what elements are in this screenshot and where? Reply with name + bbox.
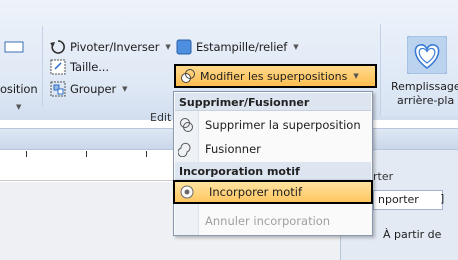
rotate-label: Pivoter/Inverser: [70, 40, 160, 54]
delete-overlap-label: Supprimer la superposition: [205, 117, 361, 132]
group-label: Grouper: [70, 82, 117, 96]
stamp-dropdown-icon: ▼: [293, 43, 299, 51]
size-label: Taille...: [70, 60, 109, 74]
rotate-dropdown-icon: ▼: [165, 43, 171, 51]
fill-label-2: arrière-pla: [397, 94, 455, 107]
position-icon[interactable]: [4, 38, 24, 56]
ribbon-separator: [42, 26, 43, 106]
stamp-icon: [176, 39, 192, 55]
from-label: À partir de: [383, 228, 442, 241]
delete-overlap-icon: [180, 117, 193, 132]
menu-header-delete-merge: Supprimer/Fusionner: [175, 93, 371, 111]
overlaps-dropdown-menu: Supprimer/Fusionner Supprimer la superpo…: [173, 91, 373, 236]
menu-header-incorporation: Incorporation motif: [175, 162, 371, 180]
heart-fill-icon: [407, 36, 447, 74]
ruler-tick: [146, 151, 147, 157]
side-bracket: ]: [440, 192, 445, 205]
cancel-incorporation-label: Annuler incorporation: [205, 213, 331, 228]
position-arrow-icon: ▼: [16, 103, 22, 111]
merge-label: Fusionner: [205, 141, 261, 156]
ruler-tick: [26, 151, 27, 157]
modify-overlaps-label: Modifier les superpositions: [200, 69, 348, 83]
group-icon: [50, 81, 66, 97]
group-button[interactable]: Grouper ▼: [50, 80, 128, 98]
menu-item-merge[interactable]: Fusionner: [175, 137, 371, 160]
fill-background-group[interactable]: Remplissage arrière-pla: [380, 24, 458, 116]
position-label: osition: [0, 82, 38, 96]
import-tab[interactable]: nporter: [373, 190, 443, 210]
size-icon: [50, 59, 66, 75]
incorporate-pattern-label: Incorporer motif: [209, 185, 303, 199]
side-panel-title: rter: [373, 170, 394, 183]
menu-item-cancel-incorporation: Annuler incorporation: [175, 209, 371, 232]
rotate-button[interactable]: Pivoter/Inverser ▼: [50, 38, 171, 56]
size-button[interactable]: Taille...: [50, 58, 109, 76]
merge-icon: [178, 142, 191, 157]
overlap-icon: [181, 69, 195, 83]
menu-item-delete-overlap[interactable]: Supprimer la superposition: [175, 113, 371, 136]
stamp-label: Estampille/relief: [196, 40, 288, 54]
fill-label-1: Remplissage: [391, 80, 458, 93]
edit-group-label: Edit: [150, 111, 172, 124]
rotate-icon: [50, 40, 65, 54]
group-dropdown-icon: ▼: [122, 85, 128, 93]
modify-dropdown-icon: ▼: [353, 72, 359, 80]
position-button[interactable]: osition: [0, 80, 38, 98]
ruler-tick: [86, 151, 87, 157]
stamp-button[interactable]: Estampille/relief ▼: [176, 38, 299, 56]
menu-item-incorporate-pattern[interactable]: Incorporer motif: [173, 180, 373, 204]
modify-overlaps-button[interactable]: Modifier les superpositions ▼: [174, 64, 377, 88]
target-icon: [180, 185, 194, 199]
